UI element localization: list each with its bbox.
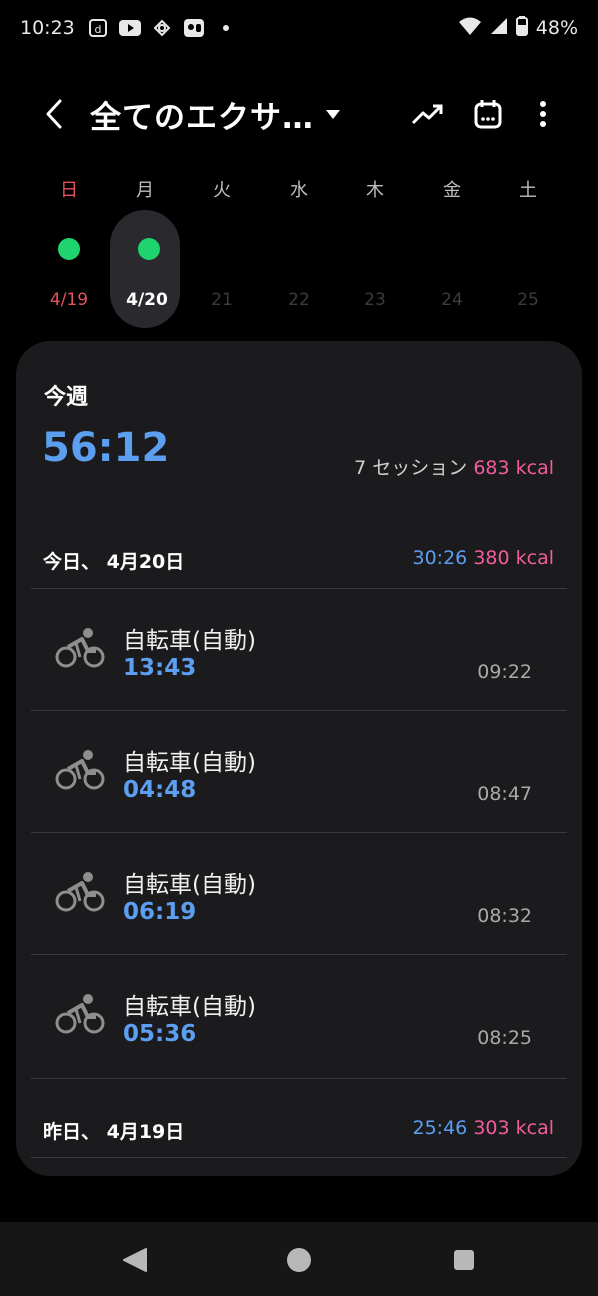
status-bar: 10:23 d 48%	[0, 0, 598, 56]
day-date: 24	[441, 290, 463, 310]
signal-icon	[490, 17, 508, 40]
exercise-history-card: 今週 56:12 7 セッション 683 kcal 今日、 4月20日 30:2…	[16, 341, 582, 1176]
cycling-icon	[55, 872, 105, 912]
day-name: 金	[443, 180, 461, 201]
dot-icon	[215, 17, 237, 39]
session-start-time: 08:47	[477, 783, 532, 805]
yesterday-stats: 25:46 303 kcal	[413, 1117, 555, 1139]
today-time: 30:26	[412, 547, 468, 569]
battery-level: 48%	[535, 17, 578, 39]
session-name: 自転車(自動)	[123, 994, 256, 1020]
status-time: 10:23	[20, 17, 75, 39]
yesterday-kcal: 303 kcal	[473, 1117, 554, 1139]
day-tuesday[interactable]: 火 21	[183, 170, 257, 330]
activity-dot	[138, 238, 160, 260]
day-date: 22	[288, 290, 310, 310]
more-options-button[interactable]	[525, 96, 561, 132]
wifi-icon	[458, 16, 482, 41]
battery-icon	[515, 15, 528, 41]
trend-icon	[411, 104, 443, 125]
day-name: 木	[366, 180, 384, 201]
day-date: 4/20	[126, 290, 168, 310]
day-monday[interactable]: 月 4/20	[106, 170, 180, 330]
calendar-button[interactable]	[470, 96, 506, 132]
youtube-icon	[118, 17, 141, 39]
back-icon	[46, 99, 62, 129]
d-icon: d	[87, 17, 109, 39]
svg-text:d: d	[94, 23, 101, 36]
system-nav-bar	[0, 1222, 598, 1296]
chevron-down-icon	[326, 110, 340, 119]
back-button[interactable]	[38, 96, 70, 132]
day-name: 日	[60, 180, 78, 201]
today-kcal: 380 kcal	[473, 547, 554, 569]
cycling-icon	[55, 628, 105, 668]
exercise-filter-dropdown[interactable]: 全てのエクサ…	[90, 92, 340, 137]
nav-back-button[interactable]	[120, 1246, 150, 1274]
nav-recents-button[interactable]	[449, 1246, 479, 1274]
day-name: 火	[213, 180, 231, 201]
day-wednesday[interactable]: 水 22	[260, 170, 334, 330]
session-name: 自転車(自動)	[123, 628, 256, 654]
week-total-time: 56:12	[42, 425, 170, 471]
day-name: 水	[290, 180, 308, 201]
nav-back-icon	[123, 1248, 147, 1272]
session-item[interactable]: 自転車(自動) 06:19 08:32	[16, 833, 582, 955]
session-duration: 13:43	[123, 655, 197, 681]
divider	[31, 1078, 567, 1079]
day-friday[interactable]: 金 24	[413, 170, 487, 330]
week-label: 今週	[44, 385, 89, 410]
nav-home-button[interactable]	[284, 1246, 314, 1274]
selected-day-highlight	[110, 210, 180, 328]
trend-button[interactable]	[409, 96, 445, 132]
more-icon	[540, 101, 546, 127]
yesterday-time: 25:46	[412, 1117, 468, 1139]
today-label: 今日、 4月20日	[43, 551, 185, 573]
day-sunday[interactable]: 日 4/19	[30, 170, 104, 330]
day-date: 23	[364, 290, 386, 310]
day-name: 月	[136, 180, 154, 201]
session-duration: 05:36	[123, 1021, 197, 1047]
calendar-icon	[474, 100, 502, 129]
sync-icon	[151, 17, 173, 39]
week-strip: 日 4/19 月 4/20 火 21 水 22 木 23 金 24 土 25	[30, 170, 568, 330]
page-title: 全てのエクサ…	[90, 100, 314, 136]
app-bar: 全てのエクサ…	[0, 80, 598, 150]
session-count: 7 セッション	[354, 457, 468, 479]
session-item[interactable]: 自転車(自動) 05:36 08:25	[16, 955, 582, 1077]
gallery-icon	[183, 17, 205, 39]
session-name: 自転車(自動)	[123, 872, 256, 898]
session-item[interactable]: 自転車(自動) 04:48 08:47	[16, 711, 582, 833]
session-duration: 04:48	[123, 777, 197, 803]
session-start-time: 08:32	[477, 905, 532, 927]
day-name: 土	[519, 180, 537, 201]
session-name: 自転車(自動)	[123, 750, 256, 776]
yesterday-label: 昨日、 4月19日	[43, 1121, 185, 1143]
day-saturday[interactable]: 土 25	[489, 170, 563, 330]
day-date: 4/19	[49, 290, 89, 310]
divider	[31, 1157, 567, 1158]
session-start-time: 08:25	[477, 1027, 532, 1049]
week-kcal: 683 kcal	[473, 457, 554, 479]
day-thursday[interactable]: 木 23	[336, 170, 410, 330]
week-summary: 7 セッション 683 kcal	[354, 453, 554, 480]
session-duration: 06:19	[123, 899, 197, 925]
cycling-icon	[55, 994, 105, 1034]
session-start-time: 09:22	[477, 661, 532, 683]
nav-home-icon	[287, 1248, 311, 1272]
nav-recents-icon	[454, 1250, 474, 1270]
today-stats: 30:26 380 kcal	[413, 547, 555, 569]
day-date: 21	[211, 290, 233, 310]
day-date: 25	[517, 290, 539, 310]
session-item[interactable]: 自転車(自動) 13:43 09:22	[16, 589, 582, 711]
cycling-icon	[55, 750, 105, 790]
today-header: 今日、 4月20日 30:26 380 kcal	[16, 541, 582, 581]
yesterday-header: 昨日、 4月19日 25:46 303 kcal	[16, 1111, 582, 1151]
activity-dot	[58, 238, 80, 260]
